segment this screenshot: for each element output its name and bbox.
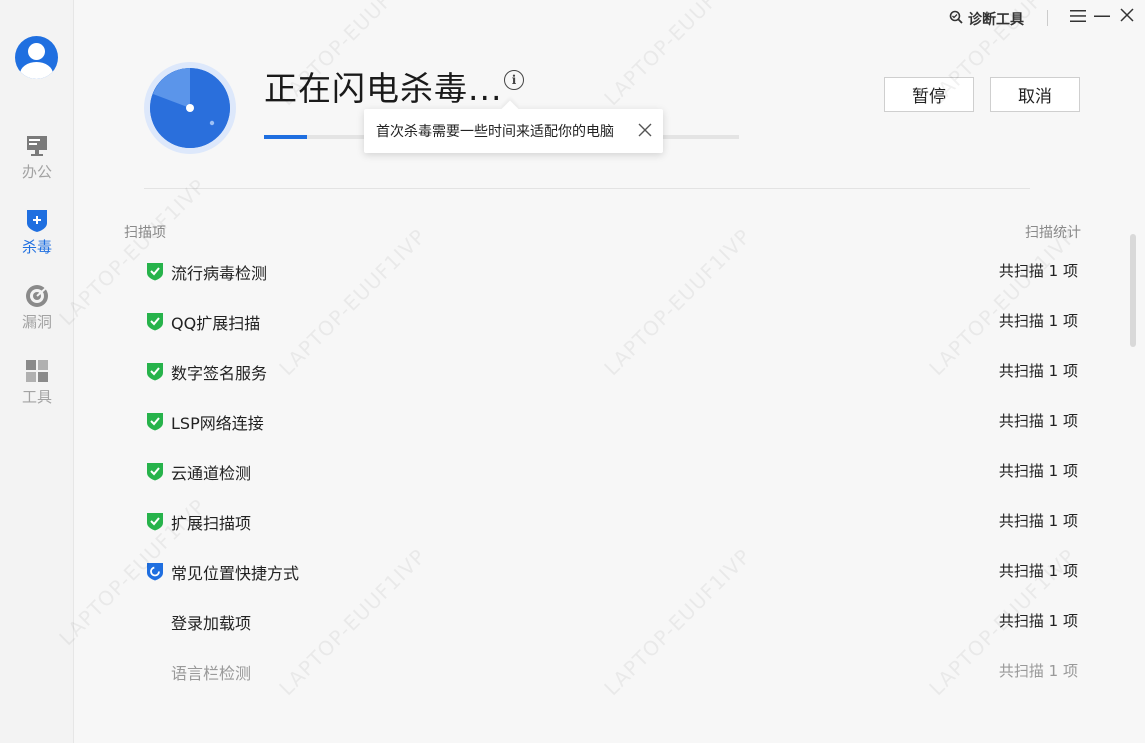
scan-item-name: 常见位置快捷方式 — [171, 564, 300, 583]
close-button[interactable] — [1117, 7, 1137, 27]
scan-item-row: QQ扩展扫描 共扫描 1 项 — [74, 295, 1114, 345]
pause-button[interactable]: 暂停 — [884, 77, 974, 112]
scan-item-stat: 共扫描 1 项 — [998, 612, 1078, 630]
radar-icon — [24, 283, 50, 309]
scan-item-row: 云通道检测 共扫描 1 项 — [74, 445, 1114, 495]
minimize-button[interactable] — [1092, 7, 1112, 27]
status-placeholder — [146, 612, 164, 631]
scan-item-name: 扩展扫描项 — [171, 514, 252, 533]
scan-item-stat: 共扫描 1 项 — [998, 662, 1078, 680]
header-divider — [144, 188, 1030, 189]
main-panel: 诊断工具 正在闪电杀毒... i 首次杀毒需要一些时间来适配你的电脑 暂停 取消… — [54, 0, 1145, 743]
scan-item-stat: 共扫描 1 项 — [998, 412, 1078, 430]
scan-item-row: 流行病毒检测 共扫描 1 项 — [74, 245, 1114, 295]
sidebar-item-label: 杀毒 — [21, 238, 52, 256]
tooltip-close-icon[interactable] — [637, 122, 653, 138]
radar-dial — [150, 68, 230, 148]
avatar-body — [20, 62, 53, 79]
sidebar-item-tools[interactable]: 工具 — [0, 358, 74, 420]
scan-item-name: 语言栏检测 — [171, 664, 252, 683]
diagnostic-tool-label: 诊断工具 — [968, 12, 1024, 28]
sidebar-item-antivirus[interactable]: 杀毒 — [0, 208, 74, 270]
scan-item-name: QQ扩展扫描 — [171, 314, 261, 333]
column-header-scan-stat: 扫描统计 — [1025, 225, 1081, 241]
avatar-head — [28, 43, 45, 60]
scan-item-name: 登录加载项 — [171, 614, 252, 633]
check-shield-icon — [146, 462, 164, 481]
scan-item-stat: 共扫描 1 项 — [998, 312, 1078, 330]
sidebar-item-vulnerability[interactable]: 漏洞 — [0, 283, 74, 345]
diagnostic-tool-button[interactable]: 诊断工具 — [949, 9, 1024, 29]
diagnostic-icon — [949, 10, 963, 28]
scan-title: 正在闪电杀毒... — [264, 69, 503, 108]
check-shield-icon — [146, 262, 164, 281]
scan-item-row: 语言栏检测 共扫描 1 项 — [74, 645, 1114, 695]
tooltip-text: 首次杀毒需要一些时间来适配你的电脑 — [376, 124, 614, 140]
info-icon[interactable]: i — [504, 70, 524, 90]
scan-item-stat: 共扫描 1 项 — [998, 262, 1078, 280]
monitor-icon — [24, 133, 50, 159]
shield-plus-icon — [24, 208, 50, 234]
scan-item-stat: 共扫描 1 项 — [998, 512, 1078, 530]
scan-item-row: 数字签名服务 共扫描 1 项 — [74, 345, 1114, 395]
sidebar-item-label: 漏洞 — [21, 313, 52, 331]
check-shield-icon — [146, 312, 164, 331]
sidebar-item-label: 办公 — [21, 163, 52, 181]
scan-item-stat: 共扫描 1 项 — [998, 462, 1078, 480]
user-avatar[interactable] — [15, 36, 58, 79]
menu-button[interactable] — [1068, 7, 1088, 27]
sidebar-item-office[interactable]: 办公 — [0, 133, 74, 195]
topbar-separator — [1047, 10, 1048, 26]
scan-item-name: 数字签名服务 — [171, 364, 268, 383]
scrollbar-thumb[interactable] — [1130, 234, 1136, 347]
scan-item-list: 流行病毒检测 共扫描 1 项 QQ扩展扫描 共扫描 1 项数字签名服务 共扫描 1 项L… — [74, 245, 1114, 695]
grid-icon — [24, 358, 50, 384]
sidebar-item-label: 工具 — [21, 388, 52, 406]
check-shield-icon — [146, 512, 164, 531]
first-scan-tooltip: 首次杀毒需要一些时间来适配你的电脑 — [364, 109, 663, 153]
sidebar: 办公 杀毒 漏洞 工具 — [0, 0, 74, 743]
scan-item-row: 扩展扫描项 共扫描 1 项 — [74, 495, 1114, 545]
scan-radar-graphic — [144, 62, 236, 154]
scan-item-stat: 共扫描 1 项 — [998, 362, 1078, 380]
menu-icon — [1070, 8, 1086, 27]
scan-item-row: 登录加载项 共扫描 1 项 — [74, 595, 1114, 645]
scan-item-stat: 共扫描 1 项 — [998, 562, 1078, 580]
scan-item-row: 常见位置快捷方式 共扫描 1 项 — [74, 545, 1114, 595]
scan-item-row: LSP网络连接 共扫描 1 项 — [74, 395, 1114, 445]
scan-progress-fill — [264, 135, 307, 139]
scan-item-name: 云通道检测 — [171, 464, 252, 483]
scan-item-name: LSP网络连接 — [171, 414, 264, 433]
cancel-button[interactable]: 取消 — [990, 77, 1080, 112]
status-placeholder — [146, 662, 164, 681]
close-icon — [1119, 7, 1135, 27]
scanning-shield-icon — [146, 562, 164, 581]
check-shield-icon — [146, 412, 164, 431]
column-header-scan-item: 扫描项 — [124, 225, 166, 241]
scan-item-name: 流行病毒检测 — [171, 264, 268, 283]
watermark-text: LAPTOP-EUUF1IVP — [599, 0, 756, 111]
minimize-icon — [1094, 8, 1110, 27]
check-shield-icon — [146, 362, 164, 381]
